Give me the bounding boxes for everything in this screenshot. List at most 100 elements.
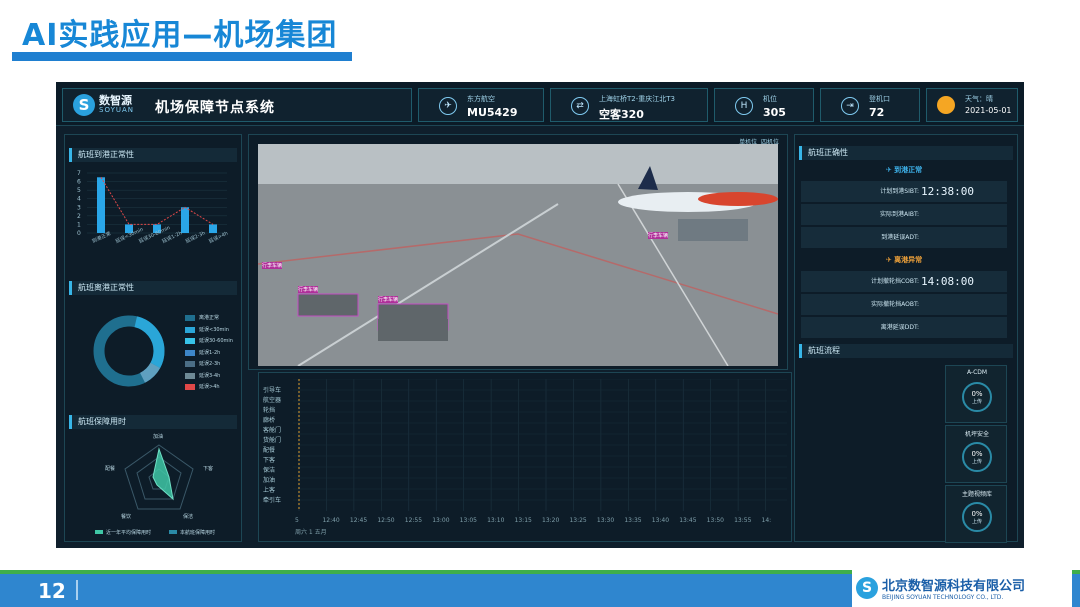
radar-axis-label: 加油 — [153, 434, 164, 440]
aibt-row: 实际到港AIBT: — [801, 204, 1007, 225]
y-tick-label: 4 — [77, 196, 81, 203]
gate-label: 登机口 — [869, 95, 890, 103]
aobt-label: 实际撤轮挡AOBT: — [871, 301, 919, 308]
legend-swatch — [185, 326, 195, 333]
company-name-en: BEIJING SOYUAN TECHNOLOGY CO., LTD. — [882, 594, 1004, 601]
gantt-time-label: 13:15 — [514, 517, 532, 524]
stand-label: 机位 — [763, 95, 777, 103]
gantt-time-label: 13:45 — [679, 517, 697, 524]
radar-legend-avg-label: 近一年平均保障用时 — [106, 530, 152, 536]
cdm-card[interactable]: A-CDM 0% 上传 — [945, 365, 1007, 423]
bar — [97, 177, 105, 233]
date-value: 2021-05-01 — [965, 106, 1012, 115]
detection-tag: 行李车辆 — [648, 232, 669, 239]
y-tick-label: 0 — [77, 230, 81, 237]
gantt-date-label: 周六 1 五月 — [295, 529, 327, 536]
legend-label: 延误1-2h — [199, 349, 221, 356]
duration-panel-title: 航班保障用时 — [69, 415, 237, 429]
departure-status-text: 离港异常 — [894, 256, 923, 264]
gantt-row-label: 保洁 — [263, 467, 276, 474]
legend-item: 延误3-4h — [185, 372, 220, 382]
departure-panel-title: 航班离港正常性 — [69, 281, 237, 295]
apron-safety-title: 机坪安全 — [964, 431, 989, 438]
cdm-card-title: A-CDM — [966, 369, 988, 376]
gantt-row-label: 加油 — [263, 477, 276, 484]
stand-info[interactable]: H 机位 305 — [714, 88, 814, 122]
legend-label: 延误30-60min — [199, 338, 233, 344]
gantt-time-label: 13:40 — [651, 517, 670, 524]
departure-donut — [93, 315, 165, 387]
radar-axis-label: 保洁 — [183, 514, 194, 520]
stand-value: 305 — [763, 106, 786, 119]
weather-info: 天气：晴 2021-05-01 — [926, 88, 1018, 122]
left-panel: 航班到港正常性 0 1 2 3 4 5 6 7 到港正常 延误<30min 延误30-60min 延误… — [64, 134, 242, 542]
flight-info[interactable]: ✈ 东方航空 MU5429 — [418, 88, 544, 122]
gantt-time-label: 12:45 — [349, 517, 368, 524]
video-library-card[interactable]: 主题视频库 0% 上传 — [945, 485, 1007, 543]
y-tick-label: 2 — [77, 213, 81, 220]
slide: AI实践应用—机场集团 S 数智源 SOYUAN 机场保障节点系统 ✈ 东方航空… — [0, 0, 1080, 607]
departure-status: ✈ 离港异常 — [885, 256, 923, 264]
legend-item: 延误>4h — [185, 384, 220, 393]
radar-axis-label: 配餐 — [105, 466, 116, 472]
legend-item: 延误<30min — [185, 326, 229, 336]
gantt-time-label: 13:20 — [542, 517, 560, 524]
apron-safety-card[interactable]: 机坪安全 0% 上传 — [945, 425, 1007, 483]
legend-label: 延误2-3h — [199, 361, 221, 367]
sun-icon — [937, 96, 955, 114]
process-panel-title: 航班流程 — [799, 344, 1013, 358]
cdm-percent: 0% — [971, 390, 983, 398]
apron-safety-percent: 0% — [971, 450, 983, 458]
sibt-label: 计划到港SIBT: — [880, 188, 919, 195]
accuracy-panel-title: 航班正确性 — [799, 146, 1013, 160]
dashboard-screenshot: S 数智源 SOYUAN 机场保障节点系统 ✈ 东方航空 MU5429 ⇄ 上海… — [56, 82, 1024, 548]
legend-swatch — [185, 338, 195, 344]
cobt-row: 计划撤轮挡COBT: 14:08:00 — [801, 271, 1007, 292]
detection-tag: 行李车辆 — [262, 262, 283, 269]
gantt-row-label: 货舱门 — [263, 437, 282, 444]
gantt-time-label: 13:50 — [706, 517, 724, 524]
gantt-time-label: 13:35 — [624, 517, 642, 524]
radar-axis-label: 餐饮 — [121, 514, 132, 520]
cdm-progress-ring: 0% 上传 — [962, 382, 992, 412]
apron-safety-ring: 0% 上传 — [962, 442, 992, 472]
gantt-time-label: 12:50 — [377, 517, 395, 524]
arrival-chart: 01234567到港正常 延误<30min延误30-60min延误1-2h 延误2-… — [77, 170, 229, 245]
gantt-time-label: 12:40 — [322, 517, 340, 524]
gantt-timeline: 引导车 航空器 轮挡 廊桥 客舱门 货舱门 配餐 下客 保洁 加油 上客 牵引车 5 12:40 12:4… — [258, 372, 792, 542]
radar-chart — [124, 444, 194, 510]
legend-item: 离港正常 — [185, 315, 219, 324]
bar — [181, 207, 189, 233]
weather-label: 天气：晴 — [965, 95, 993, 103]
apron-camera-feed[interactable]: 行李车辆 行李车辆 行李车辆 行李车辆 — [258, 144, 778, 366]
dashboard-header: S 数智源 SOYUAN 机场保障节点系统 ✈ 东方航空 MU5429 ⇄ 上海… — [56, 82, 1024, 126]
apron-safety-sub: 上传 — [971, 459, 982, 465]
cdm-sub: 上传 — [971, 399, 982, 405]
plane-icon: ✈ — [439, 97, 457, 115]
radar-legend-this-label: 本航班保障用时 — [180, 530, 216, 536]
legend-item: 延误30-60min — [185, 338, 233, 347]
slide-title: AI实践应用—机场集团 — [22, 18, 338, 53]
gate-info[interactable]: ⇥ 登机口 72 — [820, 88, 920, 122]
gantt-time-label: 13:05 — [459, 517, 477, 524]
gate-value: 72 — [869, 106, 885, 119]
gantt-time-label: 14: — [761, 517, 772, 524]
route-info[interactable]: ⇄ 上海虹桥T2-重庆江北T3 空客320 — [550, 88, 708, 122]
video-library-title: 主题视频库 — [961, 491, 992, 498]
sibt-value: 12:38:00 — [921, 185, 974, 198]
page-separator — [76, 580, 78, 600]
legend-swatch — [185, 349, 195, 356]
gantt-time-label: 5 — [295, 517, 299, 524]
company-brand: S 北京数智源科技有限公司 BEIJING SOYUAN TECHNOLOGY … — [852, 570, 1072, 607]
cobt-label: 计划撤轮挡COBT: — [870, 278, 919, 285]
y-tick-label: 1 — [77, 221, 81, 228]
arrival-status-text: 到港正常 — [894, 166, 923, 174]
adt-label: 到港延误ADT: — [881, 234, 919, 241]
detection-tag: 行李车辆 — [298, 286, 319, 293]
logo-en: SOYUAN — [99, 106, 134, 114]
y-tick-label: 3 — [77, 204, 81, 211]
legend-label: 延误>4h — [199, 384, 220, 390]
adt-row: 到港延误ADT: — [801, 227, 1007, 248]
arrival-status: ✈ 到港正常 — [885, 166, 923, 174]
legend-item: 延误2-3h — [185, 361, 220, 370]
